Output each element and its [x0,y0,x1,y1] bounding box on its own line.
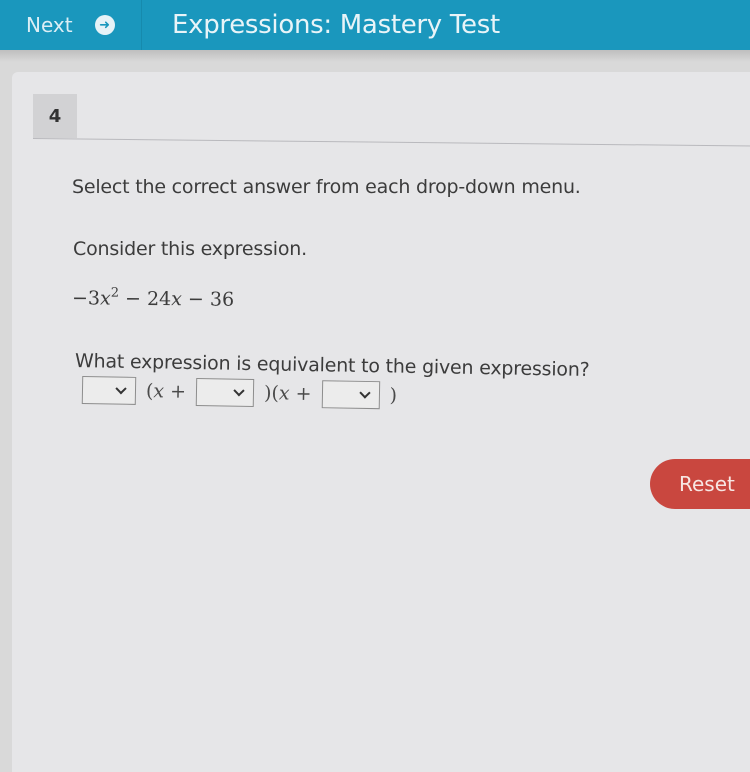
instruction-text: Select the correct answer from each drop… [72,176,581,198]
chevron-down-icon [233,385,245,397]
dropdown-coefficient[interactable] [81,376,137,405]
plus-sign: + [163,380,187,403]
term2-variable: x [171,288,183,311]
term1-variable: x [99,287,111,310]
operator-2: − [181,288,211,311]
header-shadow [0,50,750,62]
operator-1: − [118,287,148,310]
dropdown-constant-1[interactable] [195,377,255,408]
variable-x: x [153,380,165,403]
term3-constant: 36 [209,288,235,311]
dropdown-constant-2[interactable] [321,380,380,410]
arrow-circle-right-icon: ➜ [94,15,115,35]
factor2-open: )(x + [264,382,312,405]
paren-close-open: )( [263,382,280,405]
plus-sign: + [289,382,312,406]
chevron-down-icon [358,387,371,399]
chevron-down-icon [115,383,127,395]
variable-x: x [278,382,290,405]
top-bar: Next ➜ Expressions: Mastery Test [0,0,750,50]
term2-coefficient: 24 [146,287,172,311]
question-number: 4 [33,94,77,138]
next-label: Next [26,13,73,37]
factor2-close: ) [389,384,398,407]
term1-coefficient: −3 [71,287,101,310]
factor1-open: (x + [146,380,186,403]
term1-exponent: 2 [110,285,120,301]
reset-button[interactable]: Reset [650,459,750,509]
next-button[interactable]: Next ➜ [0,0,142,50]
given-expression: −3x2 − 24x − 36 [71,285,235,311]
page-title: Expressions: Mastery Test [172,10,500,40]
prompt-text: Consider this expression. [73,238,307,260]
answer-row: (x + )(x + ) [81,376,407,410]
